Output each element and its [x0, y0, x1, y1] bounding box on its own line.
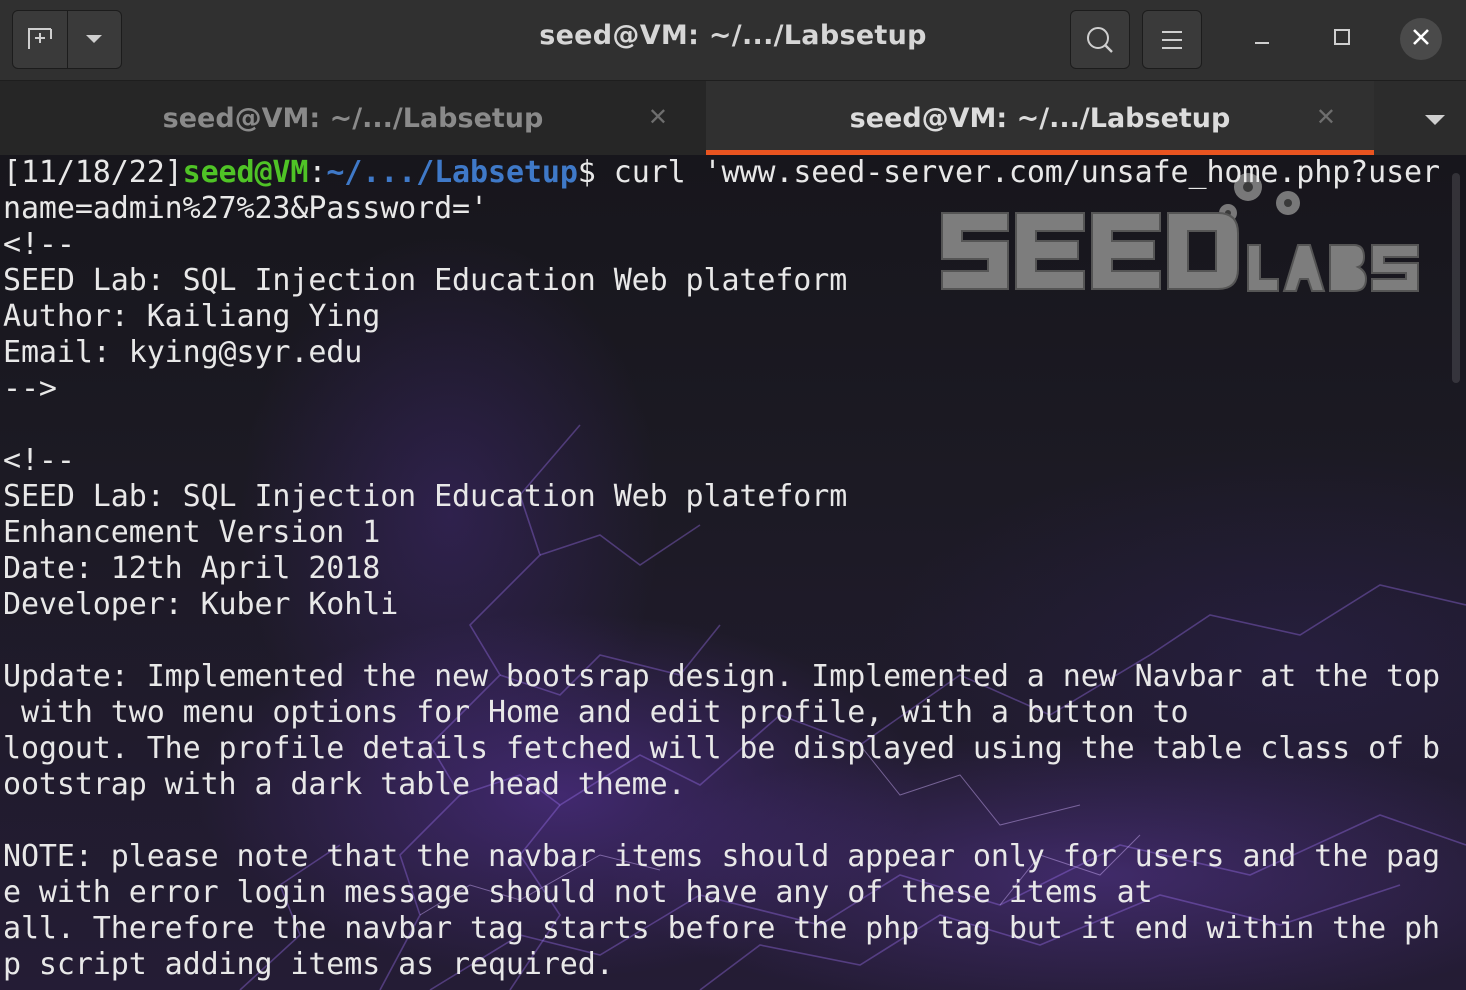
- minimize-button[interactable]: [1241, 18, 1283, 60]
- terminal-output-line: NOTE: please note that the navbar items …: [3, 839, 1440, 874]
- prompt-path: ~/.../Labsetup: [326, 155, 578, 190]
- terminal-output-line: Enhancement Version 1: [3, 515, 381, 550]
- chevron-down-icon: [1424, 111, 1446, 130]
- terminal-lines: [11/18/22]seed@VM:~/.../Labsetup$ curl '…: [3, 155, 1440, 983]
- minimize-icon: [1252, 27, 1272, 51]
- tab-bar: seed@VM: ~/.../Labsetup ✕ seed@VM: ~/...…: [0, 81, 1466, 155]
- tab-close-button[interactable]: ✕: [648, 103, 668, 131]
- hamburger-menu-icon: [1160, 29, 1184, 51]
- tab-inactive[interactable]: seed@VM: ~/.../Labsetup ✕: [0, 81, 706, 155]
- tab-label: seed@VM: ~/.../Labsetup: [162, 102, 544, 134]
- terminal-output-line: Developer: Kuber Kohli: [3, 587, 399, 622]
- close-button[interactable]: [1400, 18, 1442, 60]
- close-icon: [1412, 28, 1430, 50]
- tab-list-button[interactable]: [1424, 111, 1446, 130]
- terminal-output-line: Email: kying@syr.edu: [3, 335, 363, 370]
- terminal-output-line: p script adding items as required.: [3, 947, 614, 982]
- header-bar: seed@VM: ~/.../Labsetup: [0, 0, 1466, 81]
- terminal-output-line: Author: Kailiang Ying: [3, 299, 381, 334]
- command-text: curl 'www.seed-server.com/unsafe_home.ph…: [595, 155, 1440, 190]
- close-icon: ✕: [647, 103, 668, 131]
- prompt-date: [11/18/22]: [3, 155, 183, 190]
- menu-button[interactable]: [1142, 10, 1202, 69]
- terminal-output-line: SEED Lab: SQL Injection Education Web pl…: [3, 263, 848, 298]
- maximize-button[interactable]: [1321, 18, 1363, 60]
- search-icon: [1085, 25, 1115, 55]
- terminal-output-line: with two menu options for Home and edit …: [3, 695, 1189, 730]
- prompt-user: seed@VM: [182, 155, 309, 190]
- prompt-separator: :: [308, 155, 327, 190]
- terminal-output[interactable]: [11/18/22]seed@VM:~/.../Labsetup$ curl '…: [0, 155, 1466, 990]
- close-icon: ✕: [1315, 103, 1336, 131]
- tab-active[interactable]: seed@VM: ~/.../Labsetup ✕: [706, 81, 1374, 155]
- terminal-output-line: all. Therefore the navbar tag starts bef…: [3, 911, 1440, 946]
- terminal-output-line: <!--: [3, 443, 75, 478]
- terminal-output-line: <!--: [3, 227, 75, 262]
- tab-label: seed@VM: ~/.../Labsetup: [849, 102, 1231, 134]
- tab-close-button[interactable]: ✕: [1316, 103, 1336, 131]
- terminal-output-line: Date: 12th April 2018: [3, 551, 381, 586]
- terminal-output-line: SEED Lab: SQL Injection Education Web pl…: [3, 479, 848, 514]
- search-button[interactable]: [1070, 10, 1130, 69]
- maximize-icon: [1332, 27, 1352, 51]
- terminal-output-line: e with error login message should not ha…: [3, 875, 1153, 910]
- terminal-output-line: -->: [3, 371, 57, 406]
- terminal-output-line: Update: Implemented the new bootsrap des…: [3, 659, 1440, 694]
- terminal-output-line: logout. The profile details fetched will…: [3, 731, 1440, 766]
- terminal-scrollbar[interactable]: [1452, 173, 1460, 383]
- terminal-output-line: ootstrap with a dark table head theme.: [3, 767, 686, 802]
- prompt-line: [11/18/22]seed@VM:~/.../Labsetup$ curl '…: [3, 155, 1440, 191]
- terminal-output-line: name=admin%27%23&Password=': [3, 191, 488, 226]
- prompt-symbol: $: [577, 155, 596, 190]
